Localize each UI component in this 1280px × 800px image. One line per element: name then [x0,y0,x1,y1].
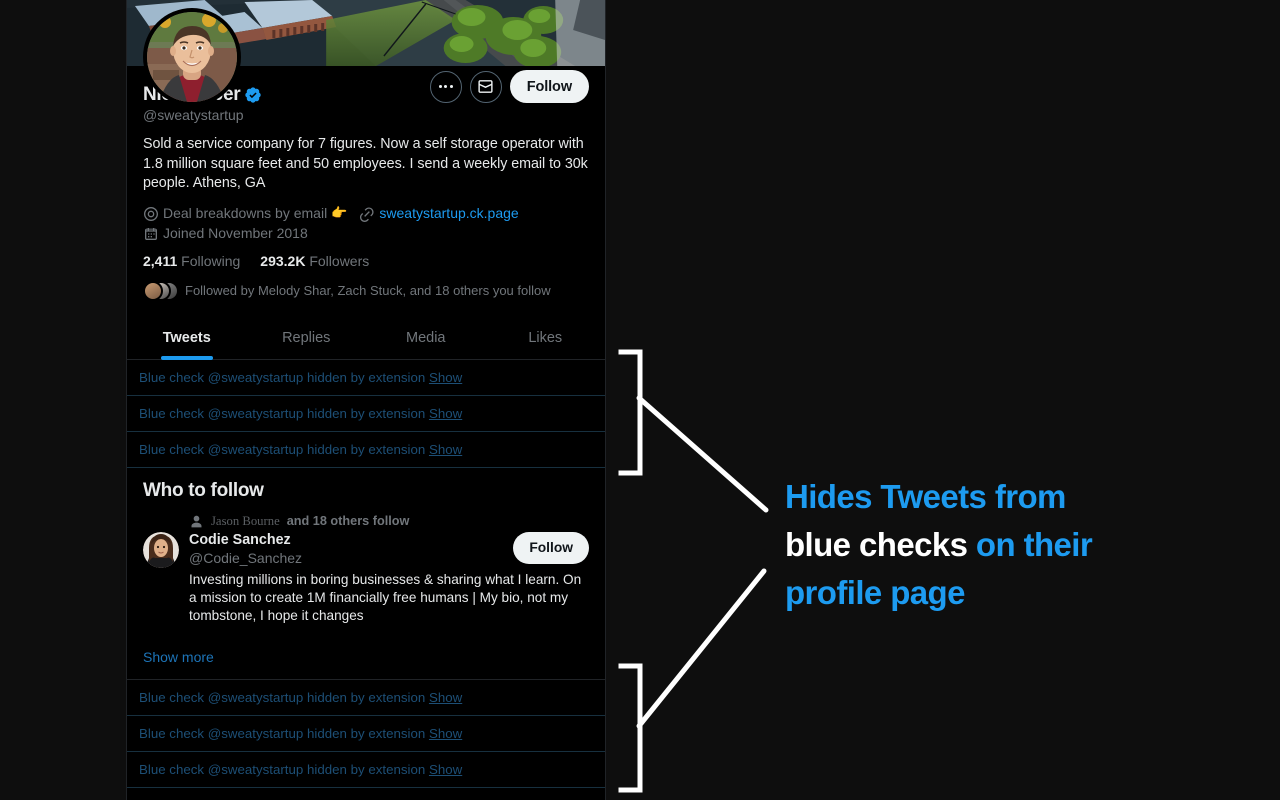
annotation-line2-white: blue checks [785,526,968,563]
who-to-follow-bio: Investing millions in boring businesses … [189,571,582,623]
bracket-top [618,349,643,476]
bracket-bottom [618,663,643,793]
following-count-link[interactable]: 2,411 Following [143,253,240,269]
hidden-tweet-text: Blue check @sweatystartup hidden by exte… [139,405,426,421]
profile-handle: @sweatystartup [143,107,244,123]
twitter-profile-column: Follow Nick Huber @sweatystartup Sold a … [126,0,606,800]
annotation-line3: profile page [785,574,965,611]
following-count: 2,411 [143,252,178,269]
following-label: Following [181,252,241,269]
link-icon [360,206,374,222]
hidden-tweets-group-bottom: Blue check @sweatystartup hidden by exte… [127,679,605,800]
profile-location-text: Deal breakdowns by email [163,204,328,221]
more-options-button[interactable] [429,70,462,103]
profile-meta: Deal breakdowns by email 👉 sweatystartup… [143,204,589,242]
person-icon [191,515,202,527]
profile-counts: 2,411 Following 293.2K Followers [143,253,589,269]
social-proof-name: Jason Bourne [211,513,280,528]
followed-by-avatars [143,280,179,301]
profile-bio: Sold a service company for 7 figures. No… [143,136,588,191]
avatar-image [147,12,237,102]
leader-line-top [636,395,769,513]
profile-tabs: Tweets Replies Media Likes [127,315,605,360]
who-to-follow-module: Who to follow Jason Bourne and 18 others… [127,467,605,680]
show-hidden-tweet-link[interactable]: Show [429,690,462,705]
profile-joined-text: Joined November 2018 [163,224,308,241]
hidden-tweet-row: Blue check @sweatystartup hidden by exte… [127,715,605,752]
tab-likes[interactable]: Likes [486,315,606,359]
profile-info: Nick Huber @sweatystartup Sold a service… [127,84,605,301]
hidden-tweet-row: Blue check @sweatystartup hidden by exte… [127,431,605,468]
hidden-tweet-text: Blue check @sweatystartup hidden by exte… [139,725,426,741]
verified-badge-icon [245,87,261,103]
avatar-portrait-codie [143,531,179,568]
annotation-line2-blue: on their [967,526,1093,563]
tab-replies[interactable]: Replies [247,315,367,359]
message-button[interactable] [469,70,502,103]
calendar-icon [145,227,157,240]
social-proof-rest: and 18 others follow [286,514,410,528]
more-horizontal-icon [438,85,453,88]
hidden-tweet-row: Blue check @sweatystartup hidden by exte… [127,359,605,396]
who-to-follow-title: Who to follow [143,479,264,501]
avatar-portrait [147,12,237,102]
annotation-line1: Hides Tweets from [785,478,1066,515]
hidden-tweet-text: Blue check @sweatystartup hidden by exte… [139,369,426,385]
who-to-follow-avatar[interactable] [143,531,179,568]
followers-count-link[interactable]: 293.2K Followers [260,253,369,269]
who-to-follow-follow-button[interactable]: Follow [513,531,589,564]
profile-actions: Follow [429,70,589,103]
show-hidden-tweet-link[interactable]: Show [429,726,462,741]
hidden-tweet-text: Blue check @sweatystartup hidden by exte… [139,441,426,457]
followed-by-row[interactable]: Followed by Melody Shar, Zach Stuck, and… [143,280,589,301]
hidden-tweet-row: Blue check @sweatystartup hidden by exte… [127,751,605,788]
show-hidden-tweet-link[interactable]: Show [429,406,462,421]
followed-by-text: Followed by Melody Shar, Zach Stuck, and… [185,283,551,298]
followers-label: Followers [309,252,370,269]
tab-media[interactable]: Media [366,315,486,359]
avatar[interactable] [143,8,241,106]
hidden-tweet-row: Blue check @sweatystartup hidden by exte… [127,679,605,716]
hidden-tweet-text: Blue check @sweatystartup hidden by exte… [139,761,426,777]
tab-tweets[interactable]: Tweets [127,315,247,359]
profile-website-link[interactable]: sweatystartup.ck.page [379,204,518,222]
hidden-tweet-row: Blue check @sweatystartup hidden by exte… [127,787,605,800]
pointing-right-emoji: 👉 [331,204,348,220]
show-more-link[interactable]: Show more [127,637,605,679]
annotation-text: Hides Tweets from blue checks on their p… [785,473,1205,617]
location-pin-icon [144,206,158,221]
who-to-follow-item[interactable]: Jason Bourne and 18 others follow Codie … [127,510,605,637]
profile-location-row: Deal breakdowns by email 👉 sweatystartup… [143,204,589,222]
envelope-icon [478,80,493,93]
show-hidden-tweet-link[interactable]: Show [429,762,462,777]
profile-joined-row: Joined November 2018 [143,224,589,242]
hidden-tweet-row: Blue check @sweatystartup hidden by exte… [127,395,605,432]
hidden-tweet-text: Blue check @sweatystartup hidden by exte… [139,689,426,705]
follow-button[interactable]: Follow [509,70,589,103]
page-root: Follow Nick Huber @sweatystartup Sold a … [0,0,1280,800]
followers-count: 293.2K [260,252,306,269]
show-hidden-tweet-link[interactable]: Show [429,442,462,457]
social-proof-row: Jason Bourne and 18 others follow [189,514,589,529]
show-hidden-tweet-link[interactable]: Show [429,370,462,385]
hidden-tweets-group-top: Blue check @sweatystartup hidden by exte… [127,359,605,468]
leader-line-bottom [636,568,767,729]
